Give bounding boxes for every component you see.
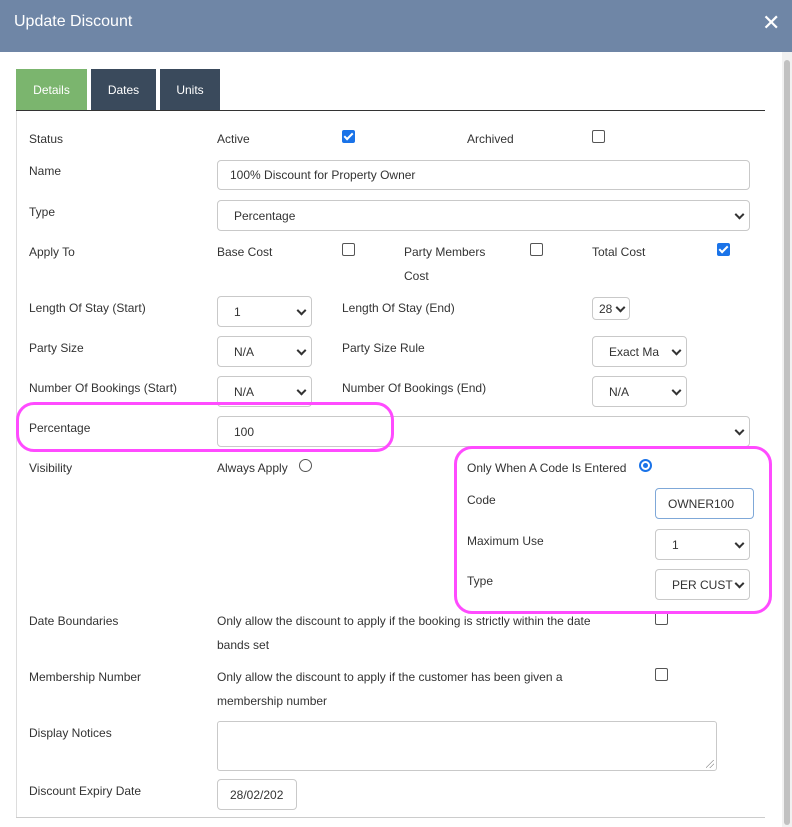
code-input[interactable]: OWNER100	[655, 488, 754, 519]
los-end-label: Length Of Stay (End)	[342, 301, 455, 315]
chevron-down-icon	[734, 425, 745, 436]
code-label: Code	[467, 493, 496, 507]
apply-to-label: Apply To	[29, 245, 75, 259]
max-use-value: 1	[672, 537, 679, 552]
total-cost-label: Total Cost	[592, 245, 646, 259]
party-members-checkbox[interactable]	[530, 243, 543, 256]
type-label: Type	[29, 205, 56, 219]
los-start-select[interactable]: 1	[217, 296, 312, 327]
membership-label: Membership Number	[29, 670, 142, 684]
party-size-rule-select[interactable]: Exact Ma	[592, 336, 687, 367]
scrollbar-thumb[interactable]	[784, 60, 790, 825]
los-start-label: Length Of Stay (Start)	[29, 301, 146, 315]
party-size-rule-value: Exact Ma	[609, 344, 660, 359]
chevron-down-icon	[734, 538, 745, 549]
scrollbar[interactable]	[782, 52, 792, 827]
date-boundaries-label: Date Boundaries	[29, 614, 119, 628]
panel-border-bottom	[16, 817, 765, 818]
bookings-end-label: Number Of Bookings (End)	[342, 381, 487, 395]
los-end-value: 28	[599, 301, 613, 316]
dialog-title: Update Discount	[14, 13, 133, 30]
chevron-down-icon	[296, 345, 307, 356]
name-label: Name	[29, 164, 62, 178]
chevron-down-icon	[296, 385, 307, 396]
usage-type-label: Type	[467, 574, 494, 588]
los-start-value: 1	[234, 304, 241, 319]
expiry-label: Discount Expiry Date	[29, 784, 142, 798]
code-only-radio[interactable]	[639, 459, 652, 472]
base-cost-label: Base Cost	[217, 245, 273, 259]
membership-checkbox[interactable]	[655, 668, 668, 681]
dialog-header: Update Discount ✕	[0, 0, 792, 52]
max-use-select[interactable]: 1	[655, 529, 750, 560]
chevron-down-icon	[615, 302, 626, 313]
party-size-rule-label: Party Size Rule	[342, 341, 425, 355]
tab-dates[interactable]: Dates	[91, 69, 156, 111]
bookings-start-value: N/A	[234, 384, 255, 399]
percentage-select[interactable]: 100	[217, 416, 750, 447]
date-boundaries-checkbox[interactable]	[655, 612, 668, 625]
display-notices-textarea[interactable]	[217, 721, 717, 771]
active-checkbox[interactable]	[342, 130, 355, 143]
party-members-label: Party Members	[404, 245, 486, 259]
usage-type-value: PER CUST	[672, 577, 733, 592]
always-apply-label: Always Apply	[217, 461, 288, 475]
archived-checkbox[interactable]	[592, 130, 605, 143]
close-icon[interactable]: ✕	[762, 12, 780, 34]
type-select[interactable]: Percentage	[217, 200, 750, 231]
name-input[interactable]: 100% Discount for Property Owner	[217, 160, 750, 190]
code-only-label: Only When A Code Is Entered	[467, 461, 627, 475]
tab-details[interactable]: Details	[16, 69, 87, 111]
los-end-select[interactable]: 28	[592, 297, 630, 320]
archived-label: Archived	[467, 132, 514, 146]
membership-text: Only allow the discount to apply if the …	[217, 670, 563, 684]
chevron-down-icon	[734, 209, 745, 220]
total-cost-checkbox[interactable]	[717, 243, 730, 256]
party-size-select[interactable]: N/A	[217, 336, 312, 367]
panel-border-left	[16, 111, 17, 817]
bookings-start-label: Number Of Bookings (Start)	[29, 381, 178, 395]
type-select-value: Percentage	[234, 208, 296, 223]
tabs-divider	[16, 110, 765, 111]
party-size-label: Party Size	[29, 341, 84, 355]
usage-type-select[interactable]: PER CUST	[655, 569, 750, 600]
visibility-label: Visibility	[29, 461, 73, 475]
base-cost-checkbox[interactable]	[342, 243, 355, 256]
chevron-down-icon	[671, 385, 682, 396]
bookings-end-value: N/A	[609, 384, 630, 399]
expiry-input[interactable]: 28/02/202	[217, 779, 297, 810]
status-label: Status	[29, 132, 64, 146]
chevron-down-icon	[671, 345, 682, 356]
percentage-value: 100	[234, 424, 255, 439]
display-notices-label: Display Notices	[29, 726, 112, 740]
resize-handle-icon[interactable]	[706, 760, 714, 768]
chevron-down-icon	[296, 305, 307, 316]
max-use-label: Maximum Use	[467, 534, 544, 548]
party-size-value: N/A	[234, 344, 255, 359]
always-apply-radio[interactable]	[299, 459, 312, 472]
membership-text-cont: membership number	[217, 694, 328, 708]
chevron-down-icon	[734, 578, 745, 589]
party-members-label-cont: Cost	[404, 269, 429, 283]
bookings-start-select[interactable]: N/A	[217, 376, 312, 407]
date-boundaries-text-cont: bands set	[217, 638, 270, 652]
tab-units[interactable]: Units	[160, 69, 220, 111]
active-label: Active	[217, 132, 250, 146]
date-boundaries-text: Only allow the discount to apply if the …	[217, 614, 591, 628]
percentage-label: Percentage	[29, 421, 91, 435]
bookings-end-select[interactable]: N/A	[592, 376, 687, 407]
